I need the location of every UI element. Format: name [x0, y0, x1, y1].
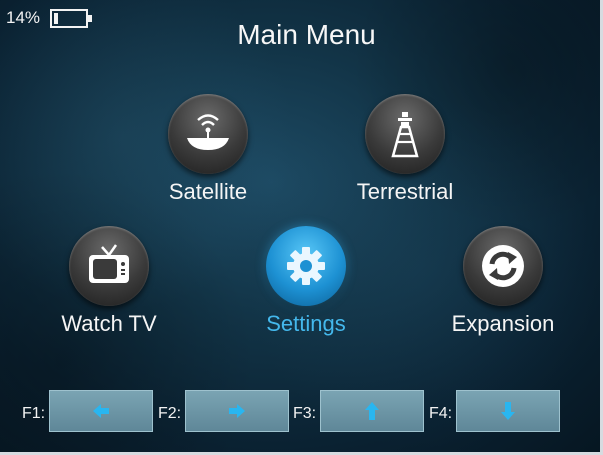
menu-label-settings: Settings [266, 311, 346, 336]
menu-label-expansion: Expansion [451, 311, 555, 336]
antenna-tower-icon [365, 94, 445, 174]
fkey-label-f1: F1: [22, 405, 46, 422]
tv-icon [69, 226, 149, 306]
menu-label-terrestrial: Terrestrial [356, 179, 454, 204]
fkey-label-f3: F3: [293, 405, 317, 422]
fkey-label-f2: F2: [158, 405, 182, 422]
menu-item-settings[interactable]: Settings [226, 226, 386, 337]
gear-icon [266, 226, 346, 306]
f4-button[interactable] [456, 390, 560, 432]
menu-item-expansion[interactable]: Expansion [423, 226, 583, 337]
fkey-label-f4: F4: [429, 405, 453, 422]
menu-label-satellite: Satellite [168, 179, 248, 204]
arrow-right-icon [229, 404, 245, 418]
menu-item-satellite[interactable]: Satellite [128, 94, 288, 205]
arrow-down-icon [501, 402, 515, 420]
satellite-dish-icon [168, 94, 248, 174]
f1-button[interactable] [49, 390, 153, 432]
menu-item-terrestrial[interactable]: Terrestrial [325, 94, 485, 205]
function-key-bar: F1: F2: F3: F4: [0, 388, 603, 433]
arrow-left-icon [93, 404, 109, 418]
arrow-up-icon [365, 402, 379, 420]
page-title: Main Menu [237, 19, 376, 50]
menu-item-watch-tv[interactable]: Watch TV [29, 226, 189, 337]
refresh-icon [463, 226, 543, 306]
menu-label-watch-tv: Watch TV [61, 311, 157, 336]
f3-button[interactable] [320, 390, 424, 432]
f2-button[interactable] [185, 390, 289, 432]
